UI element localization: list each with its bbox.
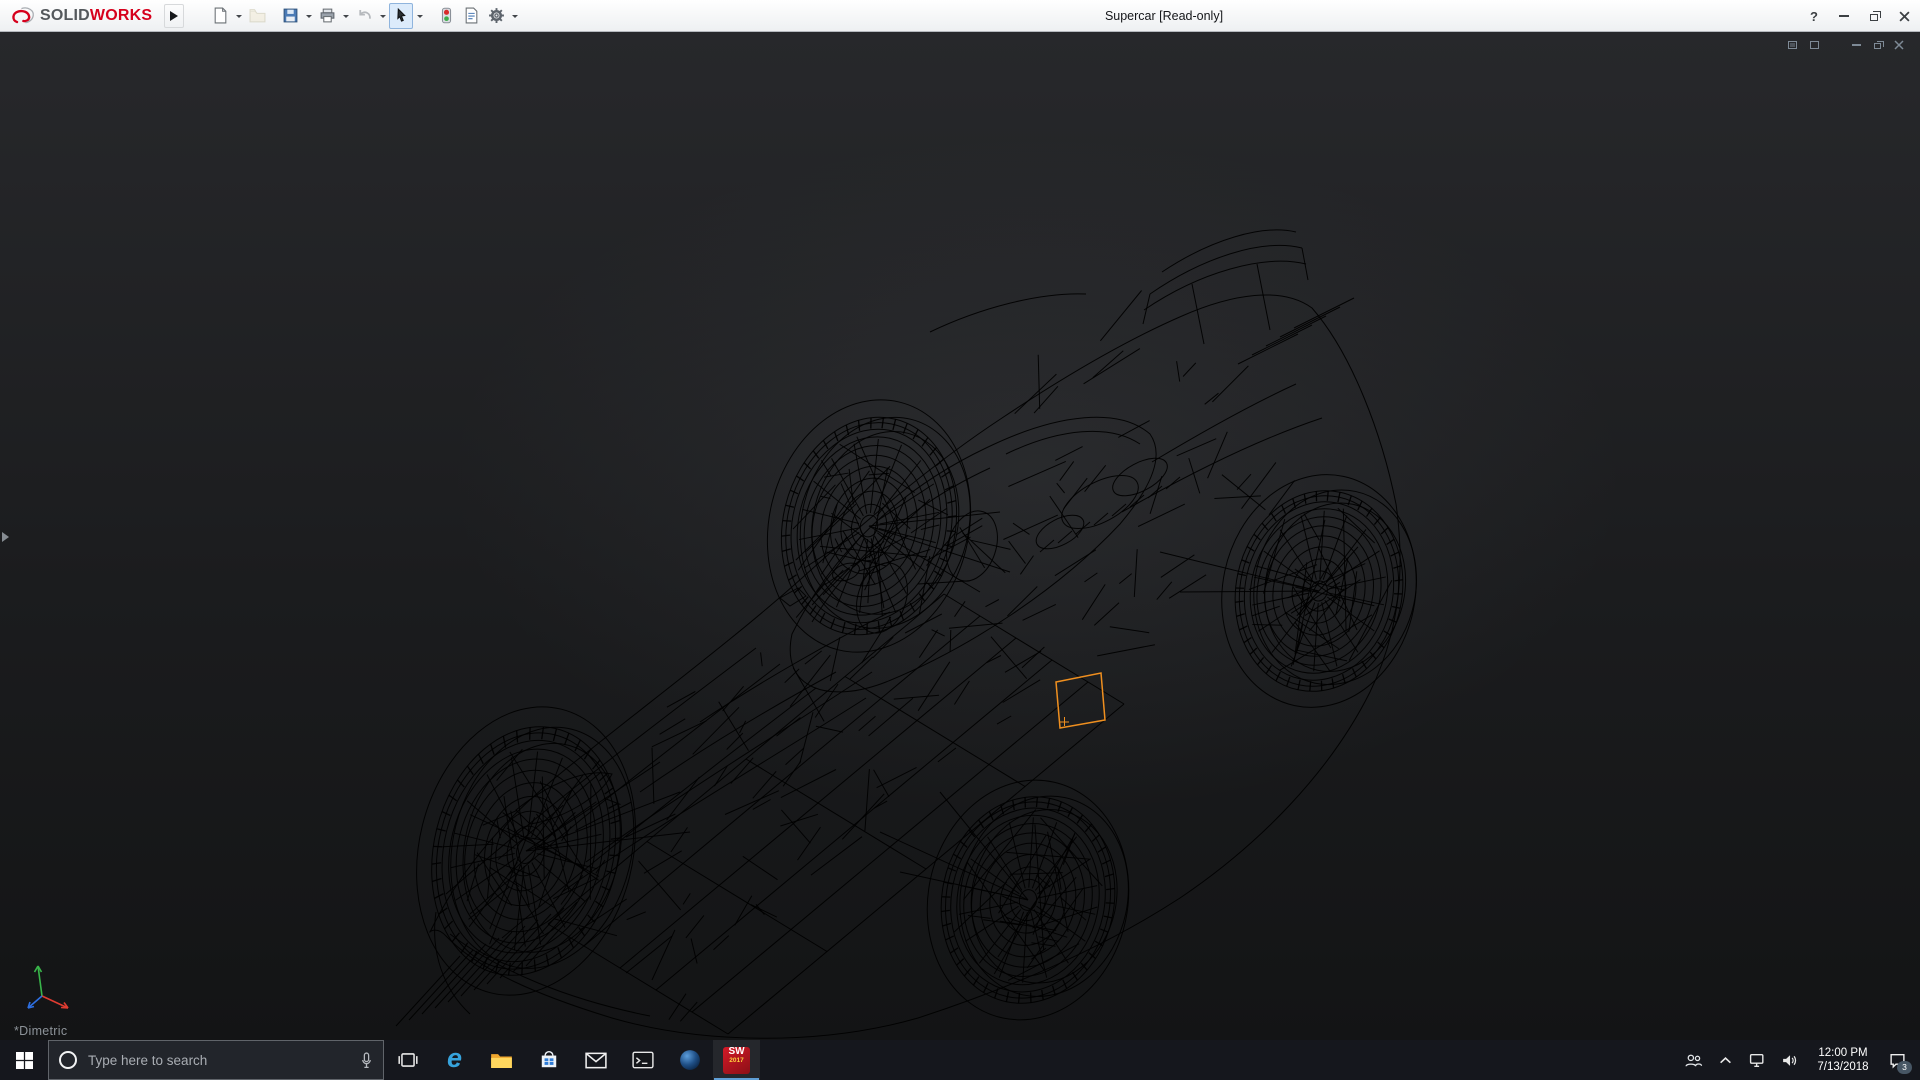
network-icon xyxy=(1749,1053,1766,1068)
microphone-icon[interactable] xyxy=(360,1052,373,1069)
view-orientation-label: *Dimetric xyxy=(14,1024,67,1038)
print-dropdown[interactable] xyxy=(340,3,351,29)
save-floppy-icon xyxy=(282,7,299,24)
close-button[interactable] xyxy=(1899,11,1910,22)
taskbar-edrawings-button[interactable] xyxy=(666,1040,713,1080)
open-folder-icon xyxy=(249,7,266,24)
new-document-dropdown[interactable] xyxy=(233,3,244,29)
command-prompt-icon xyxy=(632,1051,654,1069)
solidworks-logo-icon xyxy=(10,6,36,26)
network-button[interactable] xyxy=(1742,1040,1772,1080)
help-icon: ? xyxy=(1810,9,1818,24)
windows-logo-icon xyxy=(16,1052,33,1069)
doc-pane2-button[interactable] xyxy=(1810,41,1819,49)
solidworks-logo: SOLIDWORKS xyxy=(10,6,152,26)
graphics-viewport[interactable]: *Dimetric xyxy=(0,32,1920,1040)
print-icon xyxy=(319,7,336,24)
search-input[interactable] xyxy=(86,1052,351,1069)
close-icon xyxy=(1899,11,1910,22)
store-icon xyxy=(539,1050,559,1070)
notification-badge: 3 xyxy=(1897,1061,1912,1074)
save-button[interactable] xyxy=(278,3,302,29)
restore-icon xyxy=(1870,14,1878,21)
options-button[interactable] xyxy=(484,3,508,29)
print-button[interactable] xyxy=(315,3,339,29)
action-center-button[interactable]: 3 xyxy=(1882,1040,1912,1080)
task-view-icon xyxy=(397,1051,419,1069)
mail-icon xyxy=(585,1052,607,1069)
hidden-icons-button[interactable] xyxy=(1710,1040,1740,1080)
featuremanager-expand-arrow[interactable] xyxy=(2,532,14,542)
doc-restore-button[interactable] xyxy=(1874,41,1881,49)
restore-button[interactable] xyxy=(1870,11,1878,21)
clock-time: 12:00 PM xyxy=(1818,1046,1867,1060)
system-tray: 12:00 PM 7/13/2018 3 xyxy=(1678,1040,1920,1080)
chevron-up-icon xyxy=(1719,1056,1732,1065)
new-document-icon xyxy=(212,7,229,24)
document-window-controls xyxy=(1788,40,1904,50)
speaker-icon xyxy=(1781,1053,1798,1068)
taskbar-file-explorer-button[interactable] xyxy=(478,1040,525,1080)
clock-button[interactable]: 12:00 PM 7/13/2018 xyxy=(1806,1040,1880,1080)
people-icon xyxy=(1684,1053,1703,1068)
task-view-button[interactable] xyxy=(384,1040,431,1080)
solidworks-2017-icon: SW 2017 xyxy=(723,1047,750,1074)
taskbar-edge-button[interactable]: e xyxy=(431,1040,478,1080)
open-button[interactable] xyxy=(245,3,269,29)
taskbar-store-button[interactable] xyxy=(525,1040,572,1080)
undo-dropdown[interactable] xyxy=(377,3,388,29)
undo-button[interactable] xyxy=(352,3,376,29)
minimize-icon xyxy=(1839,15,1849,17)
file-properties-button[interactable] xyxy=(459,3,483,29)
options-gear-icon xyxy=(488,7,505,24)
blue-sphere-icon xyxy=(679,1049,701,1071)
clock-date: 7/13/2018 xyxy=(1817,1060,1868,1074)
doc-close-icon xyxy=(1894,40,1904,50)
quick-access-toolbar xyxy=(208,3,520,29)
doc-restore-icon xyxy=(1874,43,1881,49)
save-dropdown[interactable] xyxy=(303,3,314,29)
select-tool-button[interactable] xyxy=(389,3,413,29)
doc-minimize-icon xyxy=(1852,44,1861,46)
flyout-arrow-icon xyxy=(170,11,178,21)
rebuild-traffic-light-icon xyxy=(438,7,455,24)
taskbar-search[interactable] xyxy=(48,1040,384,1080)
taskbar-command-prompt-button[interactable] xyxy=(619,1040,666,1080)
document-title: Supercar [Read-only] xyxy=(1105,9,1223,23)
brand-works-text: WORKS xyxy=(90,7,152,24)
volume-button[interactable] xyxy=(1774,1040,1804,1080)
doc-close-button[interactable] xyxy=(1894,40,1904,50)
new-document-button[interactable] xyxy=(208,3,232,29)
window-controls: ? xyxy=(1810,0,1910,32)
rebuild-button[interactable] xyxy=(434,3,458,29)
undo-icon xyxy=(356,7,373,24)
titlebar: SOLIDWORKS xyxy=(0,0,1920,32)
pane2-icon xyxy=(1810,41,1819,49)
car-wireframe[interactable] xyxy=(0,32,1920,1040)
people-button[interactable] xyxy=(1678,1040,1708,1080)
orientation-triad-icon xyxy=(22,958,74,1014)
options-dropdown[interactable] xyxy=(509,3,520,29)
taskbar-mail-button[interactable] xyxy=(572,1040,619,1080)
minimize-button[interactable] xyxy=(1839,15,1849,17)
taskbar-solidworks-button[interactable]: SW 2017 xyxy=(713,1040,760,1080)
cortana-icon[interactable] xyxy=(59,1051,77,1069)
file-properties-icon xyxy=(463,7,480,24)
start-button[interactable] xyxy=(0,1040,48,1080)
menu-flyout-button[interactable] xyxy=(164,4,184,28)
doc-pane-button[interactable] xyxy=(1788,41,1797,49)
brand-solid-text: SOLID xyxy=(40,7,90,24)
doc-minimize-button[interactable] xyxy=(1852,44,1861,46)
select-dropdown[interactable] xyxy=(414,3,425,29)
file-explorer-icon xyxy=(490,1051,513,1070)
help-button[interactable]: ? xyxy=(1810,9,1818,24)
edge-icon: e xyxy=(447,1045,462,1072)
windows-taskbar: e xyxy=(0,1040,1920,1080)
pane-icon xyxy=(1788,41,1797,49)
select-cursor-icon xyxy=(393,7,410,24)
